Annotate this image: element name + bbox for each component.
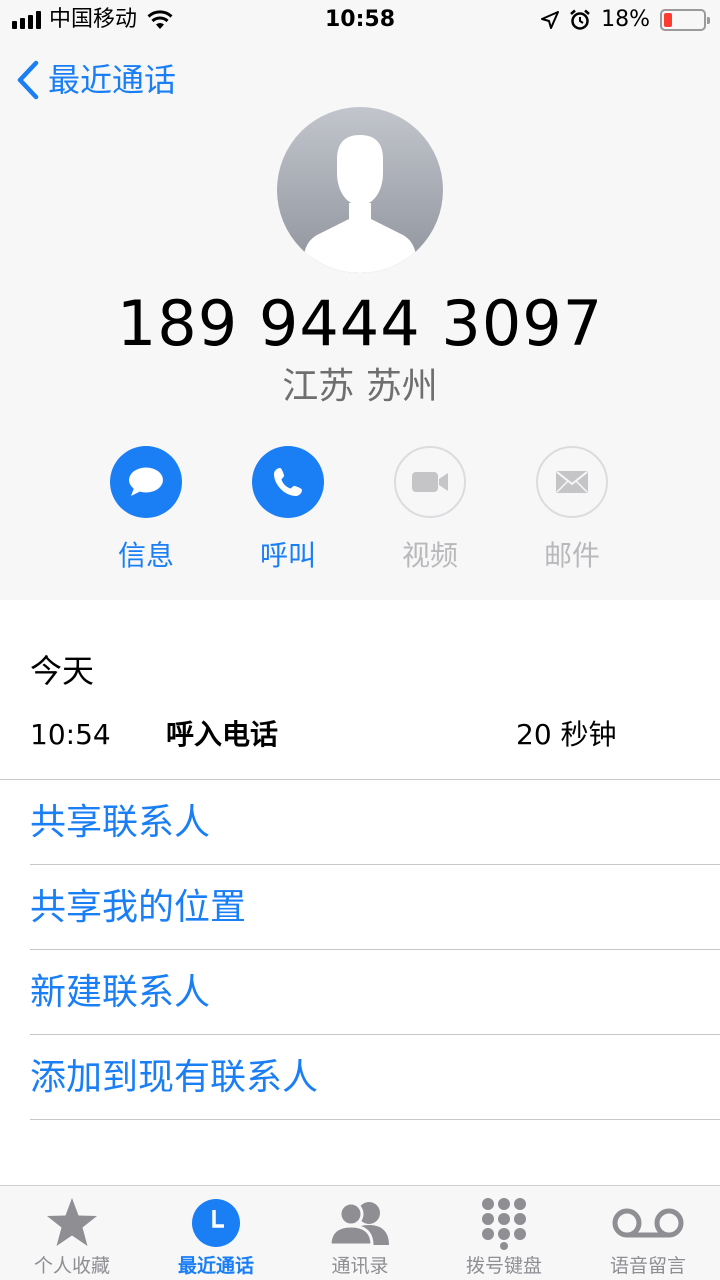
call-button[interactable]: 呼叫	[228, 446, 348, 574]
phone-number: 189 9444 3097	[116, 287, 604, 360]
video-button[interactable]: 视频	[370, 446, 490, 574]
share-contact-label: 共享联系人	[30, 802, 211, 843]
add-to-existing-contact-label: 添加到现有联系人	[30, 1057, 319, 1098]
battery-icon	[660, 9, 710, 31]
mail-label: 邮件	[543, 539, 600, 572]
tab-bar: 个人收藏 最近通话 通讯录 拨号键盘 语音留言	[0, 1185, 720, 1280]
voicemail-icon	[612, 1208, 684, 1238]
share-location-option[interactable]: 共享我的位置	[30, 865, 720, 950]
mail-icon	[556, 471, 588, 493]
avatar	[277, 107, 443, 273]
video-icon	[412, 472, 448, 492]
number-location: 江苏 苏州	[282, 366, 438, 407]
history-day-heading: 今天	[30, 652, 95, 690]
chevron-left-icon	[17, 60, 39, 100]
battery-percent: 18%	[601, 7, 650, 32]
message-button[interactable]: 信息	[86, 446, 206, 574]
status-bar: 中国移动 10:58 18%	[0, 0, 720, 40]
call-type: 呼入电话	[166, 718, 279, 751]
back-label: 最近通话	[48, 61, 177, 99]
tab-voicemail[interactable]: 语音留言	[576, 1186, 720, 1280]
tab-voicemail-label: 语音留言	[609, 1255, 686, 1277]
clock-icon	[192, 1199, 240, 1247]
new-contact-option[interactable]: 新建联系人	[30, 950, 720, 1035]
location-icon	[541, 11, 560, 29]
add-to-existing-contact-option[interactable]: 添加到现有联系人	[30, 1035, 720, 1120]
person-silhouette-icon	[302, 135, 418, 273]
new-contact-label: 新建联系人	[30, 972, 211, 1013]
share-contact-option[interactable]: 共享联系人	[30, 780, 720, 865]
alarm-icon	[570, 9, 590, 30]
phone-icon	[274, 468, 302, 496]
message-label: 信息	[117, 539, 174, 572]
call-label: 呼叫	[259, 539, 316, 572]
mail-button[interactable]: 邮件	[512, 446, 632, 574]
tab-contacts[interactable]: 通讯录	[288, 1186, 432, 1280]
back-button[interactable]: 最近通话	[16, 58, 176, 102]
tab-keypad-label: 拨号键盘	[465, 1255, 542, 1277]
message-icon	[129, 467, 163, 496]
tab-favorites[interactable]: 个人收藏	[0, 1186, 144, 1280]
tab-keypad[interactable]: 拨号键盘	[432, 1186, 576, 1280]
tab-favorites-label: 个人收藏	[33, 1255, 110, 1277]
contacts-icon	[328, 1201, 389, 1247]
tab-recents-label: 最近通话	[177, 1255, 254, 1277]
keypad-icon	[482, 1198, 526, 1250]
call-time: 10:54	[30, 718, 111, 751]
tab-contacts-label: 通讯录	[331, 1255, 389, 1277]
call-history-row: 10:54 呼入电话 20 秒钟	[30, 714, 690, 756]
call-duration: 20 秒钟	[516, 718, 617, 751]
star-icon	[47, 1198, 97, 1246]
video-label: 视频	[401, 539, 458, 572]
tab-recents[interactable]: 最近通话	[144, 1186, 288, 1280]
share-location-label: 共享我的位置	[30, 887, 247, 928]
